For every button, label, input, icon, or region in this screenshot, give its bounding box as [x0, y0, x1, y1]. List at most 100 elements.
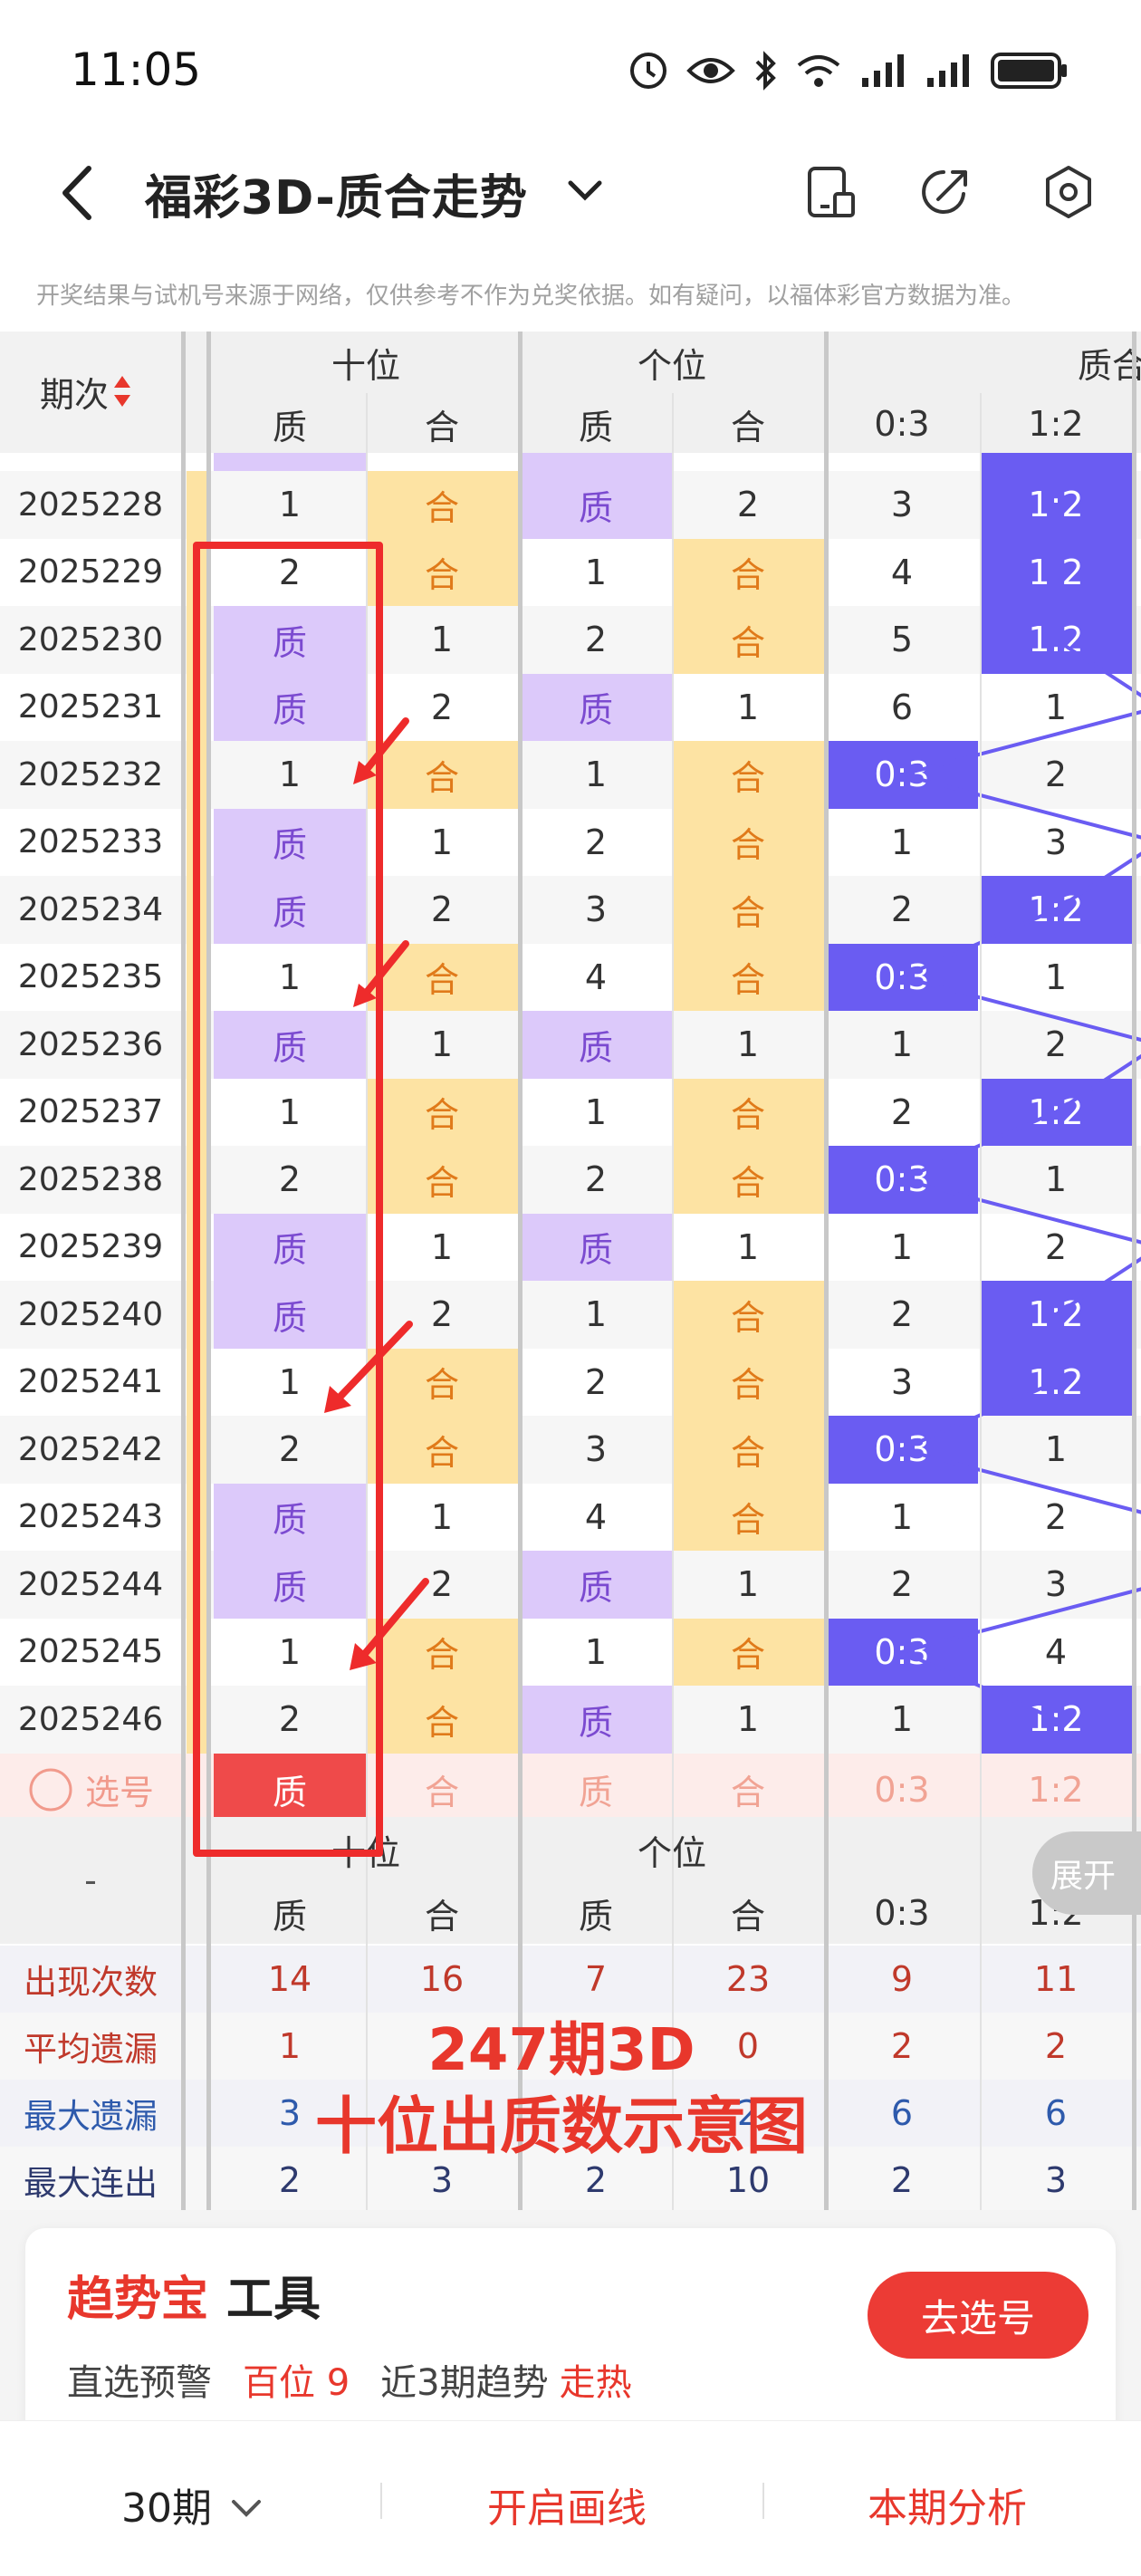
sub-header: 合 [730, 407, 765, 447]
composite-marker: 合 [672, 1416, 824, 1484]
stat-value: 2 [1044, 2026, 1068, 2066]
table-cell: 2 [1044, 1226, 1068, 1267]
ratio-marker: 1:2 [980, 876, 1132, 944]
table-cell: 1 [584, 1091, 608, 1132]
composite-marker: 合 [366, 471, 518, 539]
ratio-marker: 1:2 [980, 1078, 1132, 1146]
composite-marker: 合 [672, 538, 824, 606]
table-cell: 4 [584, 956, 608, 997]
composite-marker: 合 [672, 741, 824, 809]
stat-value: 2 [890, 2026, 914, 2066]
select-option[interactable]: 质 [520, 1754, 672, 1826]
select-option[interactable]: 1:2 [980, 1754, 1132, 1826]
phone-layout-icon[interactable] [802, 163, 860, 221]
select-option[interactable]: 0:3 [826, 1754, 978, 1826]
ratio-marker: 0:3 [826, 1618, 978, 1686]
prime-marker: 质 [520, 471, 672, 539]
stat-label: 出现次数 [24, 1963, 158, 2002]
table-cell: 3 [584, 1429, 608, 1470]
stat-value: 23 [725, 1959, 771, 1999]
period-header[interactable]: 期次 [18, 355, 154, 428]
arrow-icon [353, 940, 409, 1007]
composite-marker: 合 [366, 1686, 518, 1754]
ratio-marker: 1:2 [980, 1686, 1132, 1754]
go-select-button[interactable]: 去选号 [868, 2272, 1088, 2359]
table-cell: 6 [890, 687, 914, 727]
period-cell: 2025242 [17, 1430, 164, 1468]
composite-marker: 合 [672, 1281, 824, 1349]
disclaimer-text: 开奖结果与试机号来源于网络，仅供参考不作为兑奖依据。如有疑问，以福体彩官方数据为… [36, 283, 1026, 310]
radio-icon[interactable] [27, 1766, 74, 1813]
table-cell: 3 [1044, 1564, 1068, 1605]
period-cell: 2025235 [17, 958, 164, 996]
table-cell: 2 [890, 1564, 914, 1605]
table-cell: 2 [890, 1091, 914, 1132]
arrow-icon [324, 1321, 413, 1413]
sub-header: 1:2 [1028, 404, 1084, 444]
period-cell: 2025239 [17, 1228, 164, 1266]
page-title[interactable]: 福彩3D-质合走势 [145, 159, 528, 227]
table-cell: 2 [430, 889, 454, 930]
period-cell: 2025234 [17, 890, 164, 928]
footer-sub-header: 质 [272, 1896, 307, 1937]
table-cell: 3 [1044, 822, 1068, 862]
footer-sub-header: 质 [578, 1896, 613, 1937]
stat-value: 7 [584, 1959, 608, 1999]
ratio-marker: 1:2 [980, 1348, 1132, 1416]
table-cell: 1 [1044, 1159, 1068, 1200]
select-option[interactable]: 合 [366, 1754, 518, 1826]
table-cell: 1 [736, 687, 760, 727]
table-cell: 1 [1044, 687, 1068, 727]
prime-marker: 质 [520, 1686, 672, 1754]
ratio-marker: 0:3 [826, 741, 978, 809]
table-cell: 1 [584, 1631, 608, 1672]
table-cell: 1 [736, 1699, 760, 1740]
period-cell: 2025238 [17, 1160, 164, 1198]
stat-value: 16 [419, 1959, 465, 1999]
sort-icon [114, 376, 130, 407]
table-cell: 3 [584, 889, 608, 930]
chevron-down-icon[interactable] [565, 172, 605, 208]
share-icon[interactable] [916, 163, 974, 221]
period-cell: 2025228 [17, 485, 164, 524]
table-cell: 1 [584, 755, 608, 795]
sub-header: 0:3 [874, 404, 930, 444]
prime-marker: 质 [520, 1213, 672, 1281]
stat-value: 6 [1044, 2093, 1068, 2133]
table-cell: 2 [1044, 1024, 1068, 1065]
table-cell: 1 [736, 1226, 760, 1267]
prime-marker: 质 [520, 1551, 672, 1619]
table-cell: 1 [430, 1024, 454, 1065]
composite-marker: 合 [672, 876, 824, 944]
composite-marker: 合 [672, 606, 824, 674]
footer-sub-header: 合 [730, 1896, 765, 1937]
table-cell: 2 [890, 1294, 914, 1335]
stat-label: 最大连出 [24, 2164, 158, 2203]
table-cell: 1 [430, 1226, 454, 1267]
select-option[interactable]: 合 [672, 1754, 824, 1826]
stat-value: 14 [267, 1959, 312, 1999]
table-cell: 1 [736, 1564, 760, 1605]
draw-line-button[interactable]: 开启画线 [487, 2475, 647, 2533]
back-icon[interactable] [54, 161, 100, 225]
footer-sub-header: 0:3 [874, 1893, 930, 1933]
expand-button[interactable]: 展开 [1032, 1831, 1141, 1915]
table-cell: 2 [1044, 1496, 1068, 1537]
stat-value: 11 [1033, 1959, 1079, 1999]
tool-card: 趋势宝 工具 直选预警 百位 9 近3期趋势 走热 去选号 [25, 2228, 1116, 2446]
period-cell: 2025230 [17, 620, 164, 658]
annotation-title: 247期3D [427, 2017, 695, 2084]
composite-marker: 合 [366, 538, 518, 606]
divider [380, 2483, 382, 2519]
period-cell: 2025246 [17, 1700, 164, 1738]
chevron-down-icon [232, 2500, 261, 2517]
ratio-marker: 1:2 [980, 1281, 1132, 1349]
settings-icon[interactable] [1040, 163, 1098, 221]
analysis-button[interactable]: 本期分析 [868, 2475, 1027, 2533]
ratio-marker: 1:2 [980, 471, 1132, 539]
select-label[interactable]: 选号 [0, 1754, 181, 1826]
period-cell: 2025241 [17, 1363, 164, 1401]
tool-info: 直选预警 百位 9 近3期趋势 走热 [67, 2362, 632, 2404]
period-selector[interactable]: 30期 [121, 2475, 263, 2533]
ratio-marker: 1:2 [980, 538, 1132, 606]
